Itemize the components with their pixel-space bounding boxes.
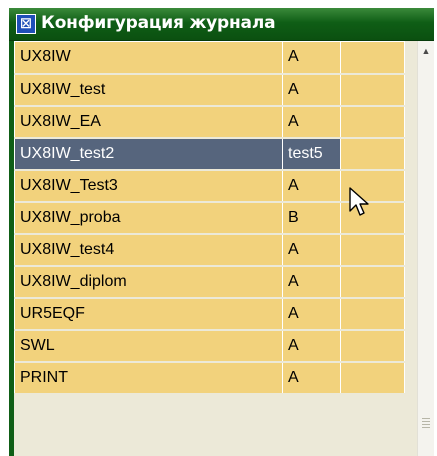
journal-value-cell[interactable]: A: [282, 41, 341, 75]
table-row[interactable]: UX8IW_test A: [14, 73, 405, 107]
journal-value-cell[interactable]: A: [282, 297, 341, 331]
empty-cell[interactable]: [340, 137, 405, 171]
table-row[interactable]: UX8IW_diplom A: [14, 265, 405, 299]
table-row[interactable]: UX8IW A: [14, 41, 405, 75]
table-row[interactable]: UR5EQF A: [14, 297, 405, 331]
journal-value-cell[interactable]: A: [282, 361, 341, 395]
journal-value-cell[interactable]: A: [282, 329, 341, 363]
journal-value-cell[interactable]: A: [282, 73, 341, 107]
journal-name-cell[interactable]: PRINT: [14, 361, 283, 395]
journal-name-cell[interactable]: UX8IW_test4: [14, 233, 283, 267]
empty-cell[interactable]: [340, 73, 405, 107]
vertical-scrollbar[interactable]: ▲: [417, 41, 434, 456]
empty-cell[interactable]: [340, 41, 405, 75]
journal-name-cell[interactable]: SWL: [14, 329, 283, 363]
journal-name-cell[interactable]: UX8IW_EA: [14, 105, 283, 139]
table-row[interactable]: PRINT A: [14, 361, 405, 395]
journal-table: UX8IW A UX8IW_test A UX8IW_EA A UX8IW_test2 tes…: [14, 41, 405, 395]
empty-cell[interactable]: [340, 297, 405, 331]
empty-cell[interactable]: [340, 329, 405, 363]
journal-config-window: ☒ Конфигурация журнала UX8IW A UX8IW_test A…: [9, 8, 434, 456]
app-icon: ☒: [16, 14, 36, 34]
scroll-grip[interactable]: [422, 418, 430, 428]
journal-name-cell[interactable]: UX8IW_test: [14, 73, 283, 107]
table-row[interactable]: UX8IW_proba B: [14, 201, 405, 235]
empty-cell[interactable]: [340, 265, 405, 299]
journal-name-cell[interactable]: UX8IW_test2: [14, 137, 283, 171]
journal-value-cell[interactable]: A: [282, 265, 341, 299]
empty-cell[interactable]: [340, 233, 405, 267]
table-row[interactable]: UX8IW_test4 A: [14, 233, 405, 267]
title-bar[interactable]: ☒ Конфигурация журнала: [9, 8, 434, 41]
table-row[interactable]: UX8IW_test2 test5: [14, 137, 405, 171]
empty-cell[interactable]: [340, 105, 405, 139]
journal-value-cell[interactable]: A: [282, 233, 341, 267]
journal-value-cell[interactable]: B: [282, 201, 341, 235]
window-title: Конфигурация журнала: [41, 13, 276, 33]
journal-value-cell[interactable]: test5: [282, 137, 341, 171]
journal-name-cell[interactable]: UX8IW: [14, 41, 283, 75]
chevron-up-icon[interactable]: ▲: [418, 43, 434, 59]
journal-value-cell[interactable]: A: [282, 169, 341, 203]
table-row[interactable]: UX8IW_EA A: [14, 105, 405, 139]
journal-name-cell[interactable]: UX8IW_proba: [14, 201, 283, 235]
journal-name-cell[interactable]: UX8IW_diplom: [14, 265, 283, 299]
mouse-pointer-icon: [349, 187, 369, 216]
table-row[interactable]: UX8IW_Test3 A: [14, 169, 405, 203]
journal-name-cell[interactable]: UR5EQF: [14, 297, 283, 331]
journal-name-cell[interactable]: UX8IW_Test3: [14, 169, 283, 203]
journal-value-cell[interactable]: A: [282, 105, 341, 139]
empty-cell[interactable]: [340, 361, 405, 395]
table-row[interactable]: SWL A: [14, 329, 405, 363]
